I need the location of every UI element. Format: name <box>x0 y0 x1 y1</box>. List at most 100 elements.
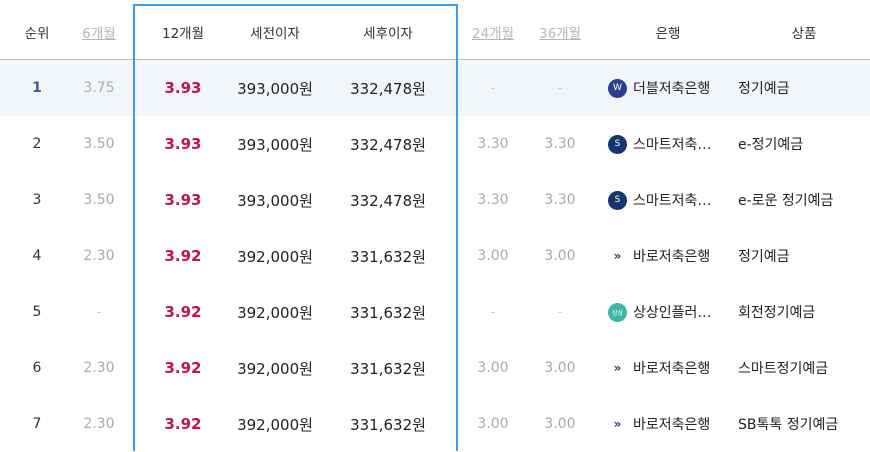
post-tax-interest-cell: 332,478원 <box>350 135 426 154</box>
rate-36month-cell: 3.30 <box>544 136 576 152</box>
double-bank-icon: W <box>608 78 627 98</box>
table-row[interactable]: 5 - 3.92 392,000원 331,632원 - - 상상 상상인플러… 회전정기예금 <box>0 284 870 340</box>
product-name: 정기예금 <box>738 249 790 265</box>
rank-cell: 4 <box>32 248 42 264</box>
post-tax-interest-cell: 331,632원 <box>350 247 426 266</box>
rate-24month-cell: 3.30 <box>477 136 509 152</box>
bank-cell[interactable]: W 더블저축은행 <box>608 60 728 116</box>
bank-name: 더블저축은행 <box>633 81 711 97</box>
pre-tax-interest-cell: 392,000원 <box>237 247 313 266</box>
post-tax-interest-cell: 331,632원 <box>350 303 426 322</box>
product-name: SB톡톡 정기예금 <box>738 417 839 433</box>
rate-6month-cell: 3.75 <box>83 80 115 96</box>
rate-24month-cell: 3.00 <box>477 360 509 376</box>
product-cell[interactable]: SB톡톡 정기예금 <box>738 396 870 452</box>
product-cell[interactable]: 정기예금 <box>738 60 870 116</box>
rank-cell: 5 <box>32 304 42 320</box>
rate-24month-cell: 3.30 <box>477 192 509 208</box>
rate-6month-cell: 3.50 <box>83 192 115 208</box>
rate-36month-cell: 3.00 <box>544 360 576 376</box>
rate-36month-cell: - <box>557 305 563 319</box>
header-24month[interactable]: 24개월 <box>460 4 526 59</box>
pre-tax-interest-cell: 393,000원 <box>237 79 313 98</box>
header-12month[interactable]: 12개월 <box>134 4 232 59</box>
table-row[interactable]: 3 3.50 3.93 393,000원 332,478원 3.30 3.30 S 스마트저축…… <box>0 172 870 228</box>
bank-name: 바로저축은행 <box>633 361 711 377</box>
bank-name: 상상인플러… <box>633 305 712 321</box>
rate-36month-cell: 3.00 <box>544 416 576 432</box>
pre-tax-interest-cell: 392,000원 <box>237 303 313 322</box>
bank-cell[interactable]: 상상 상상인플러… <box>608 284 728 340</box>
sangsangin-bank-icon: 상상 <box>608 302 627 322</box>
header-post-tax-interest: 세후이자 <box>363 25 413 42</box>
product-cell[interactable]: e-로운 정기예금 <box>738 172 870 228</box>
baro-bank-icon: » <box>613 361 622 375</box>
product-cell[interactable]: 스마트정기예금 <box>738 340 870 396</box>
table-row[interactable]: 1 3.75 3.93 393,000원 332,478원 - - W 더블저축은행 정기예금 <box>0 60 870 116</box>
rate-12month-cell: 3.92 <box>164 303 202 321</box>
rate-24month-cell: 3.00 <box>477 416 509 432</box>
table-row[interactable]: 6 2.30 3.92 392,000원 331,632원 3.00 3.00 » 바로저축은행… <box>0 340 870 396</box>
post-tax-interest-cell: 332,478원 <box>350 79 426 98</box>
pre-tax-interest-cell: 393,000원 <box>237 191 313 210</box>
header-bank: 은행 <box>655 25 681 42</box>
rate-24month-cell: 3.00 <box>477 248 509 264</box>
bank-name: 스마트저축… <box>633 193 712 209</box>
bank-name: 바로저축은행 <box>633 249 711 265</box>
rank-cell: 3 <box>32 192 42 208</box>
pre-tax-interest-cell: 393,000원 <box>237 135 313 154</box>
bank-cell[interactable]: » 바로저축은행 <box>608 340 728 396</box>
rate-6month-cell: 2.30 <box>83 248 115 264</box>
header-pre-tax-interest: 세전이자 <box>250 25 300 42</box>
baro-bank-icon: » <box>613 417 622 431</box>
product-cell[interactable]: e-정기예금 <box>738 116 870 172</box>
smart-bank-icon: S <box>608 134 627 154</box>
header-product: 상품 <box>791 25 817 42</box>
table-row[interactable]: 4 2.30 3.92 392,000원 331,632원 3.00 3.00 » 바로저축은행… <box>0 228 870 284</box>
product-name: 스마트정기예금 <box>738 361 829 377</box>
rate-36month-cell: 3.00 <box>544 248 576 264</box>
product-cell[interactable]: 회전정기예금 <box>738 284 870 340</box>
bank-cell[interactable]: » 바로저축은행 <box>608 228 728 284</box>
table-row[interactable]: 2 3.50 3.93 393,000원 332,478원 3.30 3.30 S 스마트저축…… <box>0 116 870 172</box>
post-tax-interest-cell: 332,478원 <box>350 191 426 210</box>
rate-12month-cell: 3.92 <box>164 415 202 433</box>
bank-cell[interactable]: » 바로저축은행 <box>608 396 728 452</box>
product-cell[interactable]: 정기예금 <box>738 228 870 284</box>
rate-6month-cell: - <box>96 305 102 319</box>
product-name: 회전정기예금 <box>738 305 816 321</box>
rate-12month-cell: 3.93 <box>164 135 202 153</box>
pre-tax-interest-cell: 392,000원 <box>237 415 313 434</box>
table-row[interactable]: 7 2.30 3.92 392,000원 331,632원 3.00 3.00 » 바로저축은행… <box>0 396 870 452</box>
rate-6month-cell: 2.30 <box>83 416 115 432</box>
header-36month[interactable]: 36개월 <box>526 4 594 59</box>
baro-bank-icon: » <box>613 249 622 263</box>
rate-24month-cell: - <box>490 81 496 95</box>
smart-bank-icon: S <box>608 190 627 210</box>
rank-cell: 1 <box>32 80 42 96</box>
rate-6month-cell: 2.30 <box>83 360 115 376</box>
post-tax-interest-cell: 331,632원 <box>350 359 426 378</box>
rate-12month-cell: 3.92 <box>164 247 202 265</box>
bank-name: 바로저축은행 <box>633 417 711 433</box>
rate-12month-cell: 3.92 <box>164 359 202 377</box>
rate-12month-cell: 3.93 <box>164 79 202 97</box>
table-header: 순위 6개월 12개월 세전이자 세후이자 24개월 36개월 은행 상품 <box>0 4 870 60</box>
bank-cell[interactable]: S 스마트저축… <box>608 116 728 172</box>
bank-cell[interactable]: S 스마트저축… <box>608 172 728 228</box>
rank-cell: 6 <box>32 360 42 376</box>
header-rank: 순위 <box>24 25 50 42</box>
rank-cell: 7 <box>32 416 42 432</box>
rate-24month-cell: - <box>490 305 496 319</box>
product-name: 정기예금 <box>738 81 790 97</box>
rank-cell: 2 <box>32 136 42 152</box>
product-name: e-로운 정기예금 <box>738 193 834 209</box>
post-tax-interest-cell: 331,632원 <box>350 415 426 434</box>
rate-36month-cell: - <box>557 81 563 95</box>
product-name: e-정기예금 <box>738 137 804 153</box>
rate-6month-cell: 3.50 <box>83 136 115 152</box>
header-6month[interactable]: 6개월 <box>66 4 132 59</box>
pre-tax-interest-cell: 392,000원 <box>237 359 313 378</box>
bank-name: 스마트저축… <box>633 137 712 153</box>
rate-12month-cell: 3.93 <box>164 191 202 209</box>
